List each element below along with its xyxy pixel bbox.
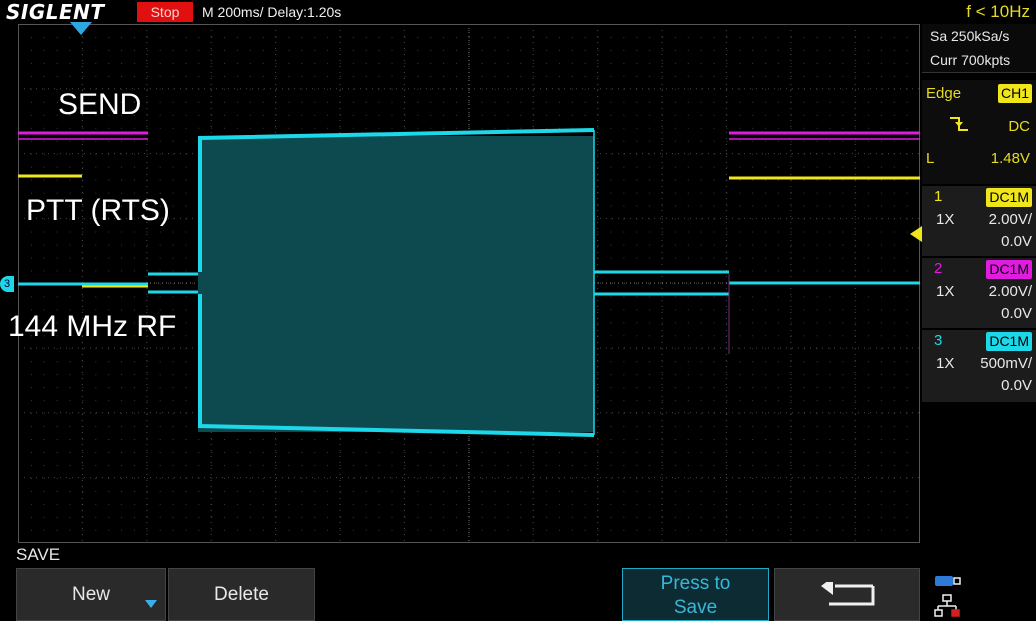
channel-3-info[interactable]: 3 DC1M 1X 500mV/ 0.0V (922, 328, 1036, 402)
network-icon (934, 594, 960, 617)
run-state-badge[interactable]: Stop (137, 2, 193, 22)
frequency-readout: f < 10Hz (966, 2, 1030, 21)
rf-label: 144 MHz RF (8, 310, 177, 343)
channel-2-offset: 0.0V (1001, 305, 1032, 322)
waveform-svg (18, 24, 920, 543)
sample-rate: Sa 250kSa/s (930, 28, 1010, 44)
channel-1-offset: 0.0V (1001, 233, 1032, 250)
channel-3-coupling: DC1M (986, 332, 1032, 351)
trigger-position-icon[interactable] (70, 22, 92, 36)
timebase-readout: M 200ms/ Delay:1.20s (202, 4, 342, 20)
waveform-display[interactable]: SEND PTT (RTS) 144 MHz RF (8, 24, 920, 543)
channel-3-offset: 0.0V (1001, 377, 1032, 394)
press-to-save-button[interactable]: Press to Save (622, 568, 769, 621)
chevron-down-icon (145, 600, 157, 608)
ch3-marker-label: 3 (3, 278, 11, 290)
channel-2-coupling: DC1M (986, 260, 1032, 279)
ptt-label: PTT (RTS) (26, 194, 170, 227)
delete-button[interactable]: Delete (168, 568, 315, 621)
channel-3-number: 3 (934, 332, 943, 349)
channel-2-info[interactable]: 2 DC1M 1X 2.00V/ 0.0V (922, 256, 1036, 330)
falling-edge-icon (950, 117, 968, 131)
trigger-level-icon[interactable] (910, 226, 922, 242)
storage-icon (935, 576, 961, 586)
menu-title: SAVE (16, 545, 61, 564)
brand-logo: SIGLENT (6, 0, 105, 24)
ch3-offset-marker[interactable]: 3 (0, 276, 14, 292)
corner-status-icons (928, 570, 968, 620)
press-to-save-line2: Save (673, 597, 718, 618)
channel-1-number: 1 (934, 188, 943, 205)
new-button[interactable]: New (16, 568, 166, 621)
channel-1-coupling: DC1M (986, 188, 1032, 207)
new-button-label: New (71, 584, 110, 605)
acquisition-info: Sa 250kSa/s Curr 700kpts (922, 24, 1036, 73)
status-bar: SIGLENT Stop M 200ms/ Delay:1.20s f < 10… (0, 0, 1036, 24)
trigger-level-value: 1.48V (990, 150, 1030, 167)
trigger-coupling: DC (1008, 118, 1030, 135)
channel-3-scale: 500mV/ (980, 355, 1032, 372)
channel-2-number: 2 (934, 260, 943, 277)
right-panel: Sa 250kSa/s Curr 700kpts Edge CH1 DC L 1… (922, 24, 1036, 402)
channel-2-probe: 1X (936, 283, 955, 300)
channel-3-probe: 1X (936, 355, 955, 372)
return-button[interactable] (774, 568, 920, 621)
channel-2-scale: 2.00V/ (988, 283, 1032, 300)
memory-depth: Curr 700kpts (930, 52, 1011, 68)
return-arrow-icon (821, 582, 875, 606)
trigger-info[interactable]: Edge CH1 DC L 1.48V (922, 80, 1036, 200)
trigger-source-badge: CH1 (997, 84, 1032, 103)
trigger-type: Edge (926, 85, 962, 102)
send-label: SEND (58, 88, 142, 121)
press-to-save-line1: Press to (660, 573, 731, 594)
channel-1-probe: 1X (936, 211, 955, 228)
trigger-level-label: L (926, 150, 935, 167)
delete-button-label: Delete (214, 584, 269, 605)
channel-1-info[interactable]: 1 DC1M 1X 2.00V/ 0.0V (922, 184, 1036, 258)
channel-1-scale: 2.00V/ (988, 211, 1032, 228)
